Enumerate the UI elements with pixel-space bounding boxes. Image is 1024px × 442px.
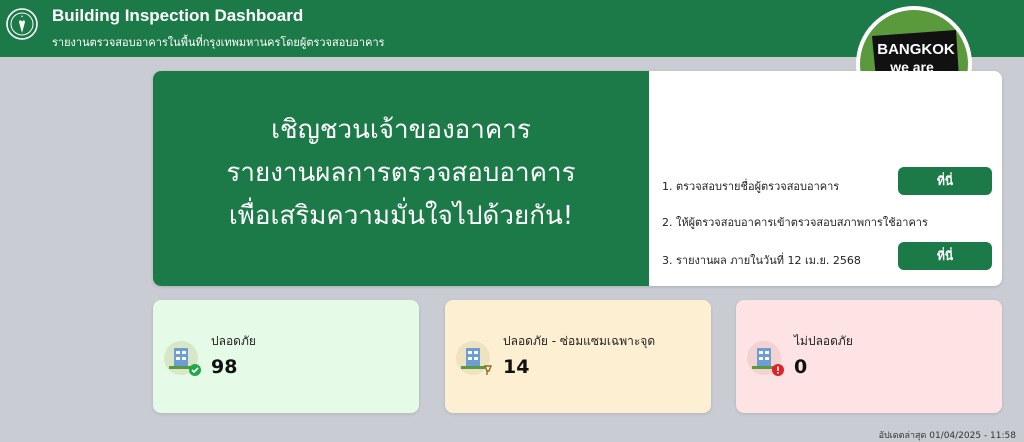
step-3-here-button[interactable]: ที่นี่	[898, 242, 992, 270]
stat-label: ปลอดภัย - ซ่อมแซมเฉพาะจุด	[503, 334, 656, 348]
stat-label: ไม่ปลอดภัย	[794, 334, 853, 348]
step-3-text: 3. รายงานผล ภายในวันที่ 12 เม.ย. 2568	[662, 254, 861, 267]
stat-value: 14	[503, 356, 530, 378]
page-subtitle: รายงานตรวจสอบอาคารในพื้นที่กรุงเทพมหานคร…	[52, 36, 385, 49]
last-updated-text: อัปเดตล่าสุด 01/04/2025 - 11:58	[878, 431, 1016, 441]
building-safe-icon	[164, 341, 201, 376]
building-unsafe-icon	[747, 341, 784, 376]
step-2-text: 2. ให้ผู้ตรวจสอบอาคารเข้าตรวจสอบสภาพการใ…	[662, 216, 928, 229]
stat-value: 0	[794, 356, 808, 378]
banner-line: รายงานผลการตรวจสอบอาคาร	[226, 158, 576, 188]
stat-value: 98	[211, 356, 238, 378]
page-title: Building Inspection Dashboard	[52, 6, 304, 25]
step-1-here-button[interactable]: ที่นี่	[898, 167, 992, 195]
stat-card-safe: ปลอดภัย 98	[153, 300, 419, 413]
banner-line: เพื่อเสริมความมั่นใจไปด้วยกัน!	[228, 201, 574, 231]
bangkok-seal-icon	[6, 8, 38, 40]
stat-card-minor-repair: ปลอดภัย - ซ่อมแซมเฉพาะจุด 14	[445, 300, 711, 413]
banner-line: เชิญชวนเจ้าของอาคาร	[271, 115, 531, 145]
step-1-text: 1. ตรวจสอบรายชื่อผู้ตรวจสอบอาคาร	[662, 180, 840, 193]
banner-message: เชิญชวนเจ้าของอาคาร รายงานผลการตรวจสอบอา…	[153, 71, 649, 286]
stat-card-unsafe: ไม่ปลอดภัย 0	[736, 300, 1002, 413]
logo-text-bangkok: BANGKOK	[877, 41, 955, 58]
building-repair-icon	[456, 341, 493, 375]
announcement-banner: เชิญชวนเจ้าของอาคาร รายงานผลการตรวจสอบอา…	[153, 71, 1002, 286]
stat-label: ปลอดภัย	[211, 334, 256, 348]
